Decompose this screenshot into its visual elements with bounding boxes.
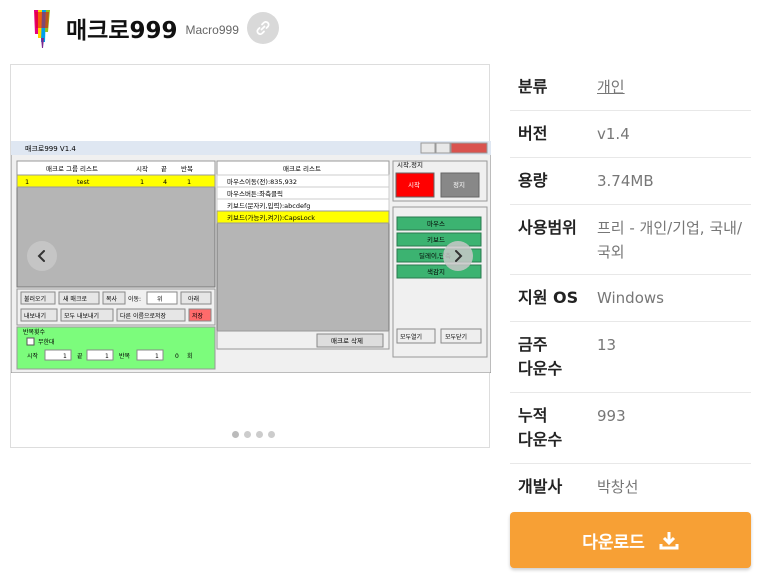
carousel-dot[interactable]	[232, 431, 239, 438]
close-all-label: 모두닫기	[445, 333, 467, 341]
start-field-label: 시작	[27, 353, 39, 360]
info-value: 박창선	[597, 478, 639, 496]
download-icon	[659, 532, 679, 550]
macro-list-header: 매크로 리스트	[283, 164, 321, 173]
info-label: 용량	[518, 171, 548, 190]
btn-save-label: 저장	[192, 312, 204, 320]
info-row-developer: 개발사 박창선	[510, 464, 751, 508]
btn-down-label: 아래	[188, 295, 199, 303]
info-label: 분류	[518, 77, 548, 96]
group-row-end: 4	[163, 178, 167, 186]
start-stop-label: 시작,정지	[397, 160, 423, 169]
carousel-dots	[232, 431, 275, 438]
btn-save-as-label: 다른 이름으로저장	[120, 312, 167, 320]
window-title: 매크로999 V1.4	[25, 145, 76, 153]
info-row-category: 분류 개인	[510, 64, 751, 111]
info-value: 13	[597, 336, 617, 354]
info-row-size: 용량 3.74MB	[510, 158, 751, 205]
start-field-value: 1	[63, 353, 67, 360]
info-value: 3.74MB	[597, 172, 654, 190]
app-subtitle: Macro999	[185, 23, 239, 37]
info-label: 사용범위	[518, 218, 577, 237]
color-label: 색감지	[427, 267, 445, 276]
macro-row-1: 마우스이동(전):835,932	[227, 177, 297, 186]
group-header-repeat: 반복	[181, 164, 193, 173]
download-label: 다운로드	[582, 532, 645, 553]
program-screenshot: 매크로999 V1.4 매크로 그룹 리스트 시작 끝 반복 1 test 1 …	[11, 141, 491, 373]
info-label: 누적 다운수	[518, 406, 563, 449]
carousel-dot[interactable]	[256, 431, 263, 438]
screenshot-gallery: 매크로999 V1.4 매크로 그룹 리스트 시작 끝 반복 1 test 1 …	[10, 64, 491, 448]
info-row-weekly-downloads: 금주 다운수 13	[510, 322, 751, 393]
chevron-right-icon	[455, 250, 463, 262]
carousel-dot[interactable]	[244, 431, 251, 438]
end-field-value: 1	[105, 353, 109, 360]
app-title: 매크로999	[66, 18, 178, 44]
info-label: 버전	[518, 124, 548, 143]
btn-new-label: 새 매크로	[63, 295, 87, 303]
link-button[interactable]	[246, 12, 279, 44]
infinite-label: 무한대	[38, 338, 55, 346]
delete-macro-label: 매크로 삭제	[331, 336, 363, 345]
stop-label: 정지	[453, 180, 465, 189]
next-slide-button[interactable]	[443, 241, 473, 271]
repeat-count-label: 반복횟수	[23, 328, 46, 336]
info-row-total-downloads: 누적 다운수 993	[510, 393, 751, 464]
group-row-repeat: 1	[187, 178, 191, 186]
info-value: Windows	[597, 289, 664, 307]
link-icon	[256, 21, 270, 35]
info-row-os: 지원 OS Windows	[510, 275, 751, 322]
open-all-label: 모두열기	[400, 333, 422, 341]
info-table: 분류 개인 버전 v1.4 용량 3.74MB 사용범위 프리 - 개인/기업,…	[510, 64, 751, 508]
info-value: v1.4	[597, 125, 630, 143]
carousel-dot[interactable]	[268, 431, 275, 438]
prev-slide-button[interactable]	[27, 241, 57, 271]
move-label: 이동:	[128, 295, 141, 303]
category-link[interactable]: 개인	[597, 78, 625, 96]
download-button[interactable]: 다운로드	[510, 512, 751, 568]
btn-export-all-label: 모두 내보내기	[64, 312, 99, 320]
end-field-label: 끝	[77, 353, 83, 360]
btn-up-label: 위	[157, 295, 163, 303]
keyboard-label: 키보드	[427, 235, 445, 244]
group-row-start: 1	[140, 178, 144, 186]
macro-row-3: 키보드(문자키,입력):abcdefg	[227, 201, 310, 210]
group-row-name: test	[77, 178, 90, 186]
info-row-version: 버전 v1.4	[510, 111, 751, 158]
macro-row-4: 키보드(가능키,켜기):CapsLock	[227, 213, 315, 222]
repeat-field-label: 반복	[119, 352, 131, 360]
times-label: 회	[187, 352, 193, 360]
info-value: 프리 - 개인/기업, 국내/국외	[597, 219, 742, 261]
group-header-start: 시작	[136, 164, 148, 173]
app-header: 매크로999 Macro999	[30, 8, 279, 48]
info-row-usage: 사용범위 프리 - 개인/기업, 국내/국외	[510, 205, 751, 275]
macro-row-2: 마우스버튼:좌측클릭	[227, 189, 283, 198]
mouse-label: 마우스	[427, 219, 445, 228]
count-value: 0	[175, 353, 179, 360]
info-label: 금주 다운수	[518, 335, 563, 378]
group-header-name: 매크로 그룹 리스트	[46, 164, 98, 173]
btn-export-label: 내보내기	[24, 312, 46, 320]
btn-load-label: 불러오기	[24, 295, 46, 303]
start-label: 시작	[408, 180, 420, 189]
group-header-end: 끝	[161, 165, 167, 173]
repeat-field-value: 1	[155, 353, 159, 360]
btn-copy-label: 복사	[106, 295, 118, 303]
info-label: 개발사	[518, 477, 563, 496]
app-logo-icon	[34, 10, 50, 48]
chevron-left-icon	[37, 250, 45, 262]
info-value: 993	[597, 407, 626, 425]
info-label: 지원 OS	[518, 288, 579, 307]
group-row-index: 1	[25, 178, 29, 186]
